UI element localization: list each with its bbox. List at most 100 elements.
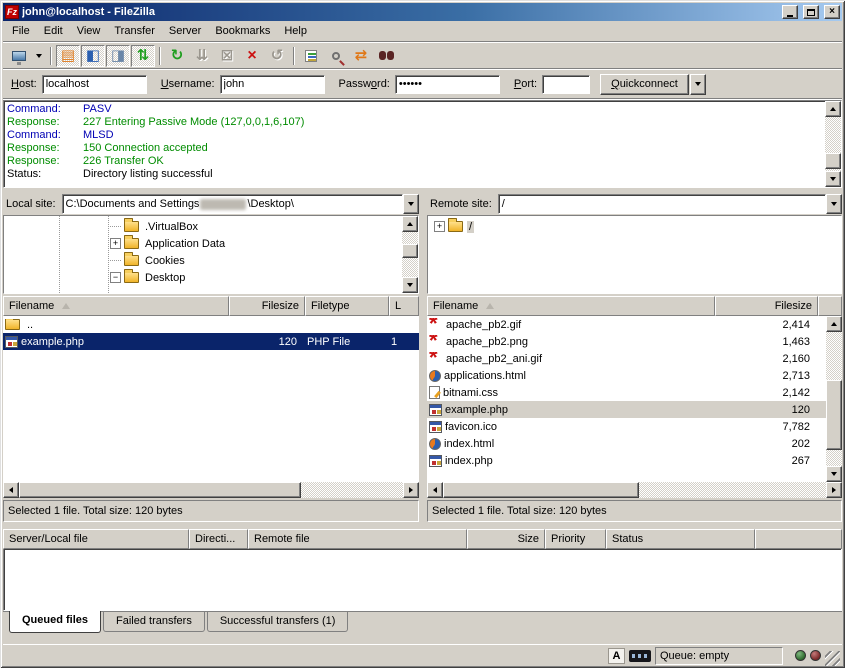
queue-list-body[interactable] — [3, 549, 842, 611]
log-vertical-scrollbar[interactable] — [825, 101, 841, 187]
file-row[interactable]: bitnami.css 2,142 — [427, 384, 826, 401]
file-row-example-php[interactable]: example.php 120 — [427, 401, 826, 418]
tree-item-application-data[interactable]: + Application Data — [4, 235, 402, 252]
column-header-filename[interactable]: Filename — [427, 296, 715, 316]
column-header-last-modified[interactable]: L — [389, 296, 419, 316]
tree-item-desktop[interactable]: − Desktop — [4, 269, 402, 286]
cancel-operation-button[interactable]: ⊠ — [215, 45, 239, 67]
vertical-splitter[interactable] — [419, 296, 427, 522]
menu-file[interactable]: File — [5, 23, 37, 39]
maximize-button[interactable] — [803, 5, 819, 19]
menu-bookmarks[interactable]: Bookmarks — [208, 23, 277, 39]
directory-comparison-button[interactable] — [324, 45, 348, 67]
column-header-direction[interactable]: Directi... — [189, 529, 248, 549]
reconnect-button[interactable]: ↺ — [265, 45, 289, 67]
splitter-horizontal[interactable] — [3, 522, 842, 529]
find-files-button[interactable] — [374, 45, 398, 67]
password-input[interactable] — [395, 75, 500, 94]
synchronized-browsing-icon: ⇄ — [355, 48, 368, 63]
menu-transfer[interactable]: Transfer — [107, 23, 162, 39]
quickconnect-button[interactable]: Quickconnect — [600, 74, 689, 95]
scroll-down-button[interactable] — [825, 171, 841, 187]
vertical-splitter[interactable] — [419, 215, 427, 294]
process-queue-button[interactable]: ⇊ — [190, 45, 214, 67]
local-site-dropdown-button[interactable] — [403, 194, 419, 214]
tree-item-root[interactable]: + / — [428, 218, 841, 235]
file-row[interactable]: favicon.ico 7,782 — [427, 418, 826, 435]
username-input[interactable] — [220, 75, 325, 94]
scroll-left-button[interactable] — [3, 482, 19, 498]
file-row-example-php[interactable]: example.php 120 PHP File 1 — [3, 333, 419, 350]
remote-list-horizontal-scrollbar[interactable] — [427, 482, 842, 498]
column-header-filename[interactable]: Filename — [3, 296, 229, 316]
site-manager-button[interactable] — [7, 45, 31, 67]
menu-view[interactable]: View — [70, 23, 108, 39]
host-input[interactable] — [42, 75, 147, 94]
menu-server[interactable]: Server — [162, 23, 208, 39]
expand-plus-icon[interactable]: + — [110, 238, 121, 249]
scroll-up-button[interactable] — [402, 216, 418, 232]
scroll-down-button[interactable] — [402, 277, 418, 293]
toggle-transfer-queue-button[interactable]: ⇅ — [131, 45, 155, 67]
disconnect-button[interactable]: × — [240, 45, 264, 67]
quickconnect-dropdown-button[interactable] — [690, 74, 706, 95]
folder-icon — [124, 255, 139, 266]
local-list-horizontal-scrollbar[interactable] — [3, 482, 419, 498]
toggle-message-log-button[interactable]: ▤ — [56, 45, 80, 67]
column-header-remote-file[interactable]: Remote file — [248, 529, 467, 549]
local-site-combobox[interactable]: C:\Documents and Settings\Desktop\ — [62, 194, 419, 214]
remote-list-vertical-scrollbar[interactable] — [826, 316, 842, 482]
scroll-right-button[interactable] — [403, 482, 419, 498]
scroll-up-button[interactable] — [825, 101, 841, 117]
file-row[interactable]: *apache_pb2_ani.gif 2,160 — [427, 350, 826, 367]
toggle-local-tree-button[interactable]: ◧ — [81, 45, 105, 67]
resize-grip[interactable] — [825, 651, 840, 666]
local-tree-vertical-scrollbar[interactable] — [402, 216, 418, 293]
tree-item-cookies[interactable]: Cookies — [4, 252, 402, 269]
column-header-filesize[interactable]: Filesize — [715, 296, 818, 316]
menu-edit[interactable]: Edit — [37, 23, 70, 39]
file-row[interactable]: *apache_pb2.png 1,463 — [427, 333, 826, 350]
column-header-filetype[interactable]: Filetype — [305, 296, 389, 316]
local-path-value[interactable]: C:\Documents and Settings\Desktop\ — [62, 194, 403, 214]
directory-listing-filters-button[interactable] — [299, 45, 323, 67]
column-header-server-local-file[interactable]: Server/Local file — [3, 529, 189, 549]
remote-site-combobox[interactable]: / — [498, 194, 842, 214]
filezilla-app-icon[interactable]: Fz — [5, 5, 19, 19]
refresh-button[interactable]: ↻ — [165, 45, 189, 67]
remote-path-value[interactable]: / — [498, 194, 826, 214]
scroll-right-button[interactable] — [826, 482, 842, 498]
minimize-button[interactable] — [782, 5, 798, 19]
vertical-splitter[interactable] — [419, 193, 427, 215]
scroll-thumb[interactable] — [19, 482, 301, 498]
column-header-priority[interactable]: Priority — [545, 529, 606, 549]
file-row-parent-dir[interactable]: .. — [3, 316, 419, 333]
column-header-status[interactable]: Status — [606, 529, 755, 549]
tree-item-virtualbox[interactable]: .VirtualBox — [4, 218, 402, 235]
menu-help[interactable]: Help — [277, 23, 314, 39]
port-input[interactable] — [542, 75, 590, 94]
site-manager-dropdown-button[interactable] — [32, 45, 46, 67]
close-button[interactable]: × — [824, 5, 840, 19]
file-row[interactable]: index.php 267 — [427, 452, 826, 469]
remote-site-dropdown-button[interactable] — [826, 194, 842, 214]
file-row[interactable]: index.html 202 — [427, 435, 826, 452]
toggle-remote-tree-button[interactable]: ◨ — [106, 45, 130, 67]
scroll-thumb[interactable] — [825, 153, 841, 169]
tab-queued-files[interactable]: Queued files — [9, 611, 101, 633]
collapse-minus-icon[interactable]: − — [110, 272, 121, 283]
scroll-up-button[interactable] — [826, 316, 842, 332]
scroll-left-button[interactable] — [427, 482, 443, 498]
column-header-filesize[interactable]: Filesize — [229, 296, 305, 316]
scroll-down-button[interactable] — [826, 466, 842, 482]
scroll-thumb[interactable] — [826, 380, 842, 450]
file-row[interactable]: applications.html 2,713 — [427, 367, 826, 384]
file-row[interactable]: *apache_pb2.gif 2,414 — [427, 316, 826, 333]
tab-failed-transfers[interactable]: Failed transfers — [103, 612, 205, 632]
expand-plus-icon[interactable]: + — [434, 221, 445, 232]
tab-successful-transfers[interactable]: Successful transfers (1) — [207, 612, 349, 632]
scroll-thumb[interactable] — [402, 244, 418, 258]
scroll-thumb[interactable] — [443, 482, 639, 498]
column-header-size[interactable]: Size — [467, 529, 545, 549]
synchronized-browsing-button[interactable]: ⇄ — [349, 45, 373, 67]
